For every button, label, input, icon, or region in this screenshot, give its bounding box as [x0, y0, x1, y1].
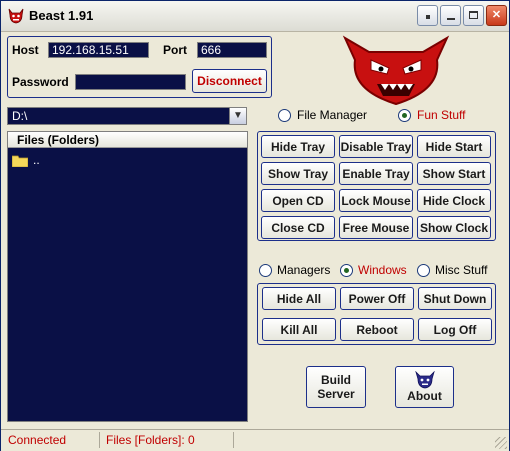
log-off-button[interactable]: Log Off [418, 318, 492, 341]
status-divider [99, 432, 100, 448]
reboot-button[interactable]: Reboot [340, 318, 414, 341]
show-start-button[interactable]: Show Start [417, 162, 491, 185]
file-list[interactable]: Files (Folders) .. [7, 131, 248, 422]
radio-fun-stuff[interactable] [398, 109, 411, 122]
files-count-status: Files [Folders]: 0 [106, 433, 195, 447]
kill-all-button[interactable]: Kill All [262, 318, 336, 341]
window-title: Beast 1.91 [29, 8, 94, 23]
devil-icon [414, 371, 435, 389]
close-button[interactable]: ✕ [486, 5, 507, 26]
devil-app-icon [8, 8, 24, 24]
help-icon [425, 15, 430, 19]
port-input[interactable] [197, 42, 267, 58]
hide-start-button[interactable]: Hide Start [417, 135, 491, 158]
list-item[interactable]: .. [12, 152, 40, 168]
radio-windows-label[interactable]: Windows [358, 263, 407, 277]
radio-misc-stuff[interactable] [417, 264, 430, 277]
radio-misc-stuff-label[interactable]: Misc Stuff [435, 263, 487, 277]
power-off-button[interactable]: Power Off [340, 287, 414, 310]
radio-windows[interactable] [340, 264, 353, 277]
maximize-icon [469, 11, 478, 19]
maximize-button[interactable] [463, 5, 484, 26]
fun-stuff-group: Hide Tray Disable Tray Hide Start Show T… [257, 131, 496, 241]
free-mouse-button[interactable]: Free Mouse [339, 216, 413, 239]
help-button[interactable] [417, 5, 438, 26]
lock-mouse-button[interactable]: Lock Mouse [339, 189, 413, 212]
status-bar: Connected Files [Folders]: 0 [1, 429, 509, 451]
build-server-button[interactable]: Build Server [306, 366, 366, 408]
disconnect-button[interactable]: Disconnect [192, 69, 267, 93]
enable-tray-button[interactable]: Enable Tray [339, 162, 413, 185]
devil-mascot-icon [342, 35, 450, 106]
status-divider [233, 432, 234, 448]
minimize-button[interactable] [440, 5, 461, 26]
resize-grip[interactable] [495, 437, 507, 449]
chevron-down-icon[interactable]: ▼ [229, 108, 246, 124]
radio-file-manager-label[interactable]: File Manager [297, 108, 367, 122]
password-input[interactable] [75, 74, 186, 90]
minimize-icon [446, 18, 455, 20]
hide-clock-button[interactable]: Hide Clock [417, 189, 491, 212]
windows-group: Hide All Power Off Shut Down Kill All Re… [257, 283, 496, 345]
radio-file-manager[interactable] [278, 109, 291, 122]
list-item-label: .. [33, 153, 40, 167]
radio-managers[interactable] [259, 264, 272, 277]
app-window: Beast 1.91 ✕ Host Port Password Disconne… [0, 0, 510, 451]
connection-status: Connected [8, 433, 67, 447]
host-label: Host [12, 43, 39, 57]
port-label: Port [163, 43, 187, 57]
open-cd-button[interactable]: Open CD [261, 189, 335, 212]
radio-managers-label[interactable]: Managers [277, 263, 330, 277]
connection-group: Host Port Password Disconnect [7, 36, 272, 98]
title-bar[interactable]: Beast 1.91 ✕ [1, 1, 509, 32]
show-tray-button[interactable]: Show Tray [261, 162, 335, 185]
main-panel: Host Port Password Disconnect D:\ ▼ File… [1, 32, 509, 428]
disable-tray-button[interactable]: Disable Tray [339, 135, 413, 158]
drive-dropdown[interactable]: D:\ ▼ [7, 107, 247, 125]
close-icon: ✕ [491, 9, 502, 21]
password-label: Password [12, 75, 69, 89]
folder-icon [12, 155, 28, 167]
host-input[interactable] [48, 42, 149, 58]
hide-all-button[interactable]: Hide All [262, 287, 336, 310]
radio-fun-stuff-label[interactable]: Fun Stuff [417, 108, 465, 122]
hide-tray-button[interactable]: Hide Tray [261, 135, 335, 158]
close-cd-button[interactable]: Close CD [261, 216, 335, 239]
drive-value: D:\ [12, 109, 28, 123]
about-label: About [407, 389, 442, 403]
show-clock-button[interactable]: Show Clock [417, 216, 491, 239]
file-list-header[interactable]: Files (Folders) [8, 132, 247, 148]
shut-down-button[interactable]: Shut Down [418, 287, 492, 310]
about-button[interactable]: About [395, 366, 454, 408]
